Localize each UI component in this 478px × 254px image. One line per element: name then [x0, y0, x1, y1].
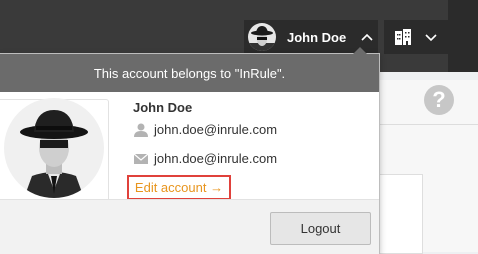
- building-icon: [395, 29, 411, 45]
- account-dropdown: This account belongs to "InRule". John D…: [0, 47, 380, 254]
- chevron-up-icon: [361, 33, 373, 41]
- dropdown-caret: [353, 47, 367, 54]
- envelope-icon: [133, 153, 149, 164]
- background-card: [378, 174, 423, 254]
- username-value: john.doe@inrule.com: [154, 122, 278, 137]
- logout-button[interactable]: Logout: [270, 212, 371, 245]
- user-icon: [134, 123, 148, 137]
- account-owner-banner: This account belongs to "InRule".: [0, 54, 379, 92]
- profile-avatar: [4, 98, 104, 198]
- divider: [378, 124, 478, 125]
- username-row: john.doe@inrule.com: [133, 122, 277, 137]
- email-row: john.doe@inrule.com: [133, 151, 277, 166]
- avatar: [248, 23, 276, 51]
- topbar-edge: [448, 0, 478, 72]
- question-icon[interactable]: ?: [424, 85, 454, 115]
- tenant-menu-button[interactable]: [384, 20, 448, 54]
- email-value: john.doe@inrule.com: [154, 151, 278, 166]
- dropdown-footer: Logout: [0, 199, 379, 254]
- edit-account-link[interactable]: Edit account →: [127, 175, 231, 200]
- user-name-label: John Doe: [287, 29, 347, 45]
- profile-name: John Doe: [133, 100, 193, 115]
- chevron-down-icon: [425, 34, 437, 42]
